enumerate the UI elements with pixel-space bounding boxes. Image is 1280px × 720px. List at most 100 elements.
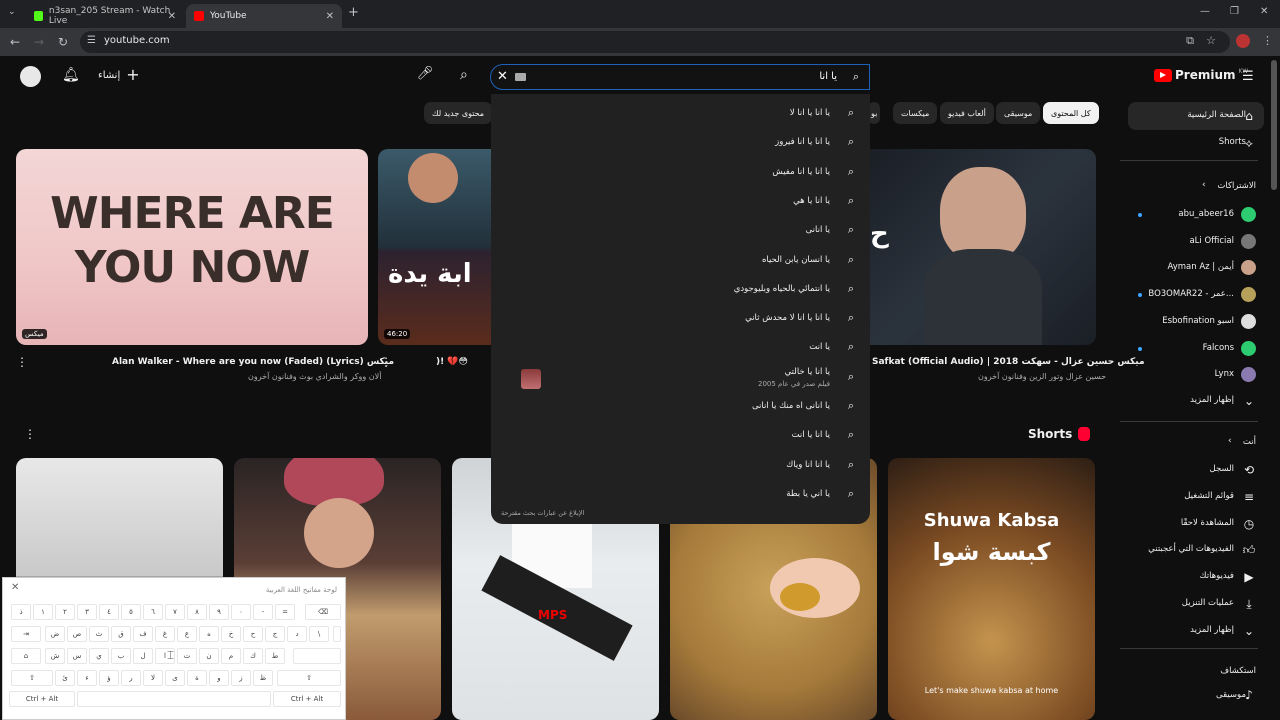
video-title[interactable]: ميكس Alan Walker - Where are you now (Fa… <box>112 357 394 367</box>
keyboard-key[interactable]: ف <box>133 626 153 642</box>
channel-avatar[interactable] <box>1241 287 1256 303</box>
search-suggestion-item[interactable]: ⌕ يا انانى اه منك يا انانى <box>491 394 870 420</box>
keyboard-key[interactable]: ث <box>89 626 109 642</box>
keyboard-key[interactable]: ب <box>111 648 131 664</box>
sidebar-scrollbar[interactable] <box>1271 60 1277 190</box>
keyboard-key[interactable]: ٠ <box>231 604 251 620</box>
video-thumbnail-hussein[interactable]: ح <box>870 149 1096 345</box>
search-suggestion-item[interactable]: ⌕ يا انت <box>491 335 870 361</box>
keyboard-key[interactable]: = <box>275 604 295 620</box>
search-suggestion-item[interactable]: ⌕ يا انا يا انا فيروز <box>491 130 870 156</box>
search-suggestion-item[interactable]: ⌕ يا انانى <box>491 218 870 244</box>
keyboard-key[interactable]: و <box>209 670 229 686</box>
minimize-button[interactable]: — <box>1200 6 1210 17</box>
sidebar-you-item[interactable]: السجل <box>1210 464 1234 474</box>
keyboard-key[interactable]: ٩ <box>209 604 229 620</box>
search-suggestion-item[interactable]: ⌕ يا انا يا انا مفيش <box>491 160 870 186</box>
keyboard-key[interactable]: ئ <box>55 670 75 686</box>
ctrl-alt-key-right[interactable]: Ctrl + Alt <box>273 691 341 707</box>
keyboard-key[interactable]: ٨ <box>187 604 207 620</box>
close-keyboard-icon[interactable]: ✕ <box>11 582 19 593</box>
video-channel[interactable]: حسين عزال وتور الزين وفنانون آخرون <box>978 372 1106 381</box>
omnibox[interactable]: ☰ youtube.com ⧉ ☆ <box>80 31 1230 53</box>
ctrl-alt-key[interactable]: Ctrl + Alt <box>9 691 75 707</box>
sidebar-you-item[interactable]: المشاهدة لاحقًا <box>1181 518 1234 528</box>
keyboard-key[interactable]: ة <box>187 670 207 686</box>
keyboard-key[interactable]: ص <box>67 626 87 642</box>
sidebar-subscription-item[interactable]: Falcons <box>1203 343 1234 353</box>
search-suggestion-item[interactable]: ⌕ يا انا يا انت <box>491 423 870 449</box>
site-info-icon[interactable]: ☰ <box>87 35 96 46</box>
sidebar-show-more[interactable]: إظهار المزيد <box>1190 395 1234 405</box>
keyboard-key[interactable]: ك <box>243 648 263 664</box>
hamburger-menu-icon[interactable]: ☰ <box>1242 69 1254 84</box>
keyboard-key[interactable]: ض <box>45 626 65 642</box>
keyboard-icon[interactable] <box>515 73 526 81</box>
voice-search-mic-icon[interactable]: 🎤︎ <box>416 66 434 86</box>
youtube-premium-logo[interactable]: Premium KW <box>1154 68 1248 82</box>
keyboard-key[interactable]: ي <box>89 648 109 664</box>
browser-menu-icon[interactable]: ⋮ <box>1262 34 1273 47</box>
video-title[interactable]: ميكس حسين عزال - سهكت 2018 | Safkat (Off… <box>872 357 1145 367</box>
more-options-icon[interactable]: ⋮ <box>24 427 36 441</box>
keyboard-key[interactable]: م <box>221 648 241 664</box>
sidebar-you-item[interactable]: قوائم التشغيل <box>1184 491 1234 501</box>
keyboard-key[interactable]: ذ <box>11 604 31 620</box>
close-tab-icon[interactable]: ✕ <box>326 11 334 22</box>
keyboard-key[interactable]: ل <box>133 648 153 664</box>
keyboard-key[interactable]: ٦ <box>143 604 163 620</box>
keyboard-key[interactable]: ج <box>265 626 285 642</box>
close-window-button[interactable]: ✕ <box>1260 6 1268 17</box>
keyboard-key[interactable]: ٤ <box>99 604 119 620</box>
keyboard-key[interactable]: ٢ <box>55 604 75 620</box>
chevron-down-icon[interactable]: ⌄ <box>1242 624 1256 638</box>
keyboard-key[interactable]: ط <box>265 648 285 664</box>
music-note-icon[interactable]: ♪ <box>1242 688 1256 702</box>
reload-icon[interactable]: ↻ <box>58 35 68 49</box>
sidebar-subscription-item[interactable]: BO3OMAR22 - عمر... <box>1148 289 1234 299</box>
caps-key[interactable]: ⌂ <box>11 648 41 664</box>
keyboard-key[interactable]: ن <box>199 648 219 664</box>
tab-youtube[interactable]: YouTube ✕ <box>186 4 342 28</box>
keyboard-key[interactable]: ؤ <box>99 670 119 686</box>
channel-avatar[interactable] <box>1241 313 1256 329</box>
keyboard-key[interactable]: ء <box>77 670 97 686</box>
profile-avatar[interactable] <box>1236 34 1250 48</box>
keyboard-key[interactable]: ش <box>45 648 65 664</box>
shift-key[interactable]: ⇧ <box>11 670 53 686</box>
sidebar-you-item[interactable]: فيديوهاتك <box>1200 571 1234 581</box>
channel-avatar[interactable] <box>1241 233 1256 249</box>
forward-icon[interactable]: → <box>34 35 44 49</box>
sidebar-you-title[interactable]: أنت <box>1243 437 1256 447</box>
search-suggestion-item[interactable]: ⌕ يا انسان يابن الحياه <box>491 248 870 274</box>
liked-videos-icon[interactable]: 👍︎ <box>1242 543 1256 557</box>
sidebar-subscription-item[interactable]: Ayman Az | أيمن <box>1167 262 1234 272</box>
keyboard-key[interactable]: س <box>67 648 87 664</box>
keyboard-key[interactable]: ظ <box>253 670 273 686</box>
clear-search-icon[interactable]: ✕ <box>497 69 508 84</box>
downloads-icon[interactable]: ⤓ <box>1242 597 1256 611</box>
sidebar-subscription-item[interactable]: abu_abeer16 <box>1178 209 1234 219</box>
tab-key[interactable]: ⇥ <box>11 626 41 642</box>
sidebar-you-item[interactable]: عمليات التنزيل <box>1182 598 1234 608</box>
search-suggestion-item[interactable]: ⌕ يا اني يا بطة <box>491 482 870 508</box>
create-button[interactable]: إنشاء + <box>98 67 140 83</box>
sidebar-you-item[interactable]: الفيديوهات التي أعجبتني <box>1148 544 1234 554</box>
channel-avatar[interactable] <box>1241 207 1256 222</box>
back-icon[interactable]: ← <box>10 35 20 49</box>
keyboard-key[interactable]: د <box>287 626 307 642</box>
video-thumbnail-alan-walker[interactable]: WHERE ARE YOU NOW ميكس <box>16 149 368 345</box>
search-suggestion-item[interactable]: ⌕ يا انا يا انا لا محدش ثاني <box>491 306 870 332</box>
search-submit-button[interactable]: ⌕ <box>460 67 468 83</box>
sidebar-item-shorts[interactable]: Shorts <box>1219 137 1246 147</box>
keyboard-key[interactable]: \ <box>309 626 329 642</box>
keyboard-key[interactable]: ه <box>199 626 219 642</box>
keyboard-key[interactable]: ت <box>177 648 197 664</box>
video-channel[interactable]: ألان ووكر والشرادي بوث وفنانون آخرون <box>248 372 381 381</box>
video-thumbnail-2[interactable]: ابة يدة 46:20 <box>378 149 492 345</box>
chevron-down-icon[interactable]: ⌄ <box>1242 394 1256 408</box>
keyboard-key[interactable]: ٧ <box>165 604 185 620</box>
search-suggestion-item[interactable]: ⌕ يا انا يا هي <box>491 189 870 215</box>
tab-kick-stream[interactable]: n3san_205 Stream - Watch Live ✕ <box>26 4 184 28</box>
search-suggestion-item[interactable]: ⌕ يا انا انا وياك <box>491 453 870 479</box>
